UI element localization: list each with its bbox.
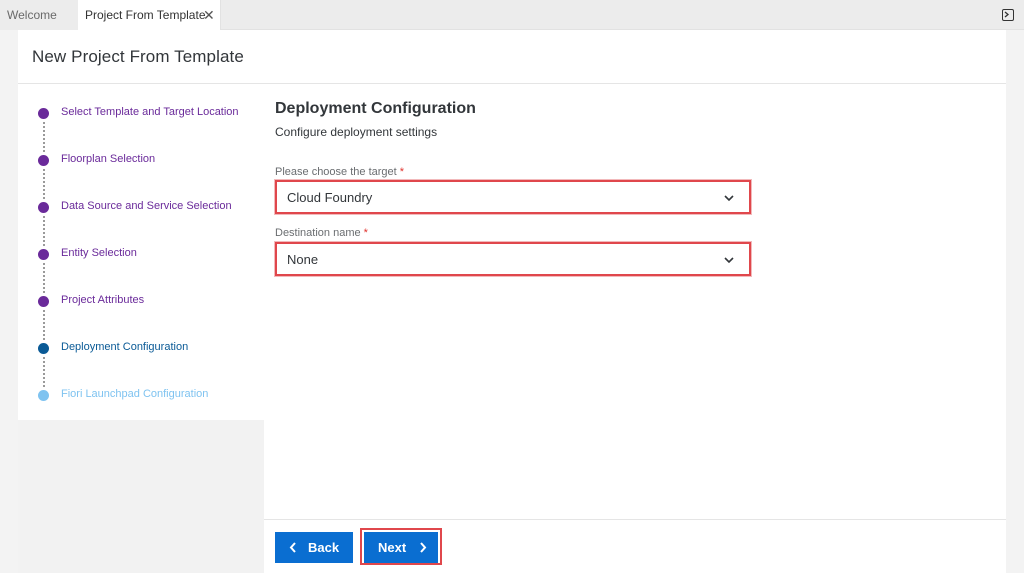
section-subtitle: Configure deployment settings xyxy=(275,125,438,139)
step-status-dot xyxy=(38,155,49,166)
terminal-panel-icon[interactable] xyxy=(1002,9,1014,21)
step-entity-selection[interactable]: Entity Selection xyxy=(38,246,264,266)
destination-select[interactable]: None xyxy=(275,242,751,276)
step-status-dot xyxy=(38,202,49,213)
step-label: Floorplan Selection xyxy=(61,153,156,165)
tab-project-from-template[interactable]: Project From Template ✕ xyxy=(78,0,221,30)
section-title: Deployment Configuration xyxy=(275,100,476,117)
step-label: Deployment Configuration xyxy=(61,341,189,353)
step-status-dot xyxy=(38,108,49,119)
tab-welcome-label: Welcome xyxy=(7,8,57,22)
step-connector xyxy=(43,122,45,152)
sidebar-footer-area xyxy=(18,420,264,573)
next-button[interactable]: Next xyxy=(364,532,438,563)
step-status-dot xyxy=(38,296,49,307)
step-connector xyxy=(43,357,45,387)
step-select-template[interactable]: Select Template and Target Location xyxy=(38,105,264,125)
destination-select-value: None xyxy=(287,252,319,267)
step-connector xyxy=(43,310,45,340)
back-button-label: Back xyxy=(308,540,340,555)
destination-label-text: Destination name xyxy=(275,227,361,239)
target-label-text: Please choose the target xyxy=(275,166,397,178)
step-fiori-launchpad[interactable]: Fiori Launchpad Configuration xyxy=(38,387,264,407)
step-data-source[interactable]: Data Source and Service Selection xyxy=(38,199,264,219)
chevron-right-icon xyxy=(420,542,427,553)
required-mark: * xyxy=(363,227,368,239)
target-select-value: Cloud Foundry xyxy=(287,190,373,205)
tab-project-from-template-label: Project From Template xyxy=(85,8,206,22)
step-status-dot xyxy=(38,249,49,260)
step-connector xyxy=(43,263,45,293)
chevron-down-icon xyxy=(724,257,734,264)
step-label: Fiori Launchpad Configuration xyxy=(61,388,209,400)
step-status-dot xyxy=(38,390,49,401)
step-connector xyxy=(43,216,45,246)
step-connector xyxy=(43,169,45,199)
target-label: Please choose the target * xyxy=(275,166,404,178)
step-label: Project Attributes xyxy=(61,294,145,306)
step-label: Entity Selection xyxy=(61,247,137,259)
required-mark: * xyxy=(399,166,404,178)
next-button-label: Next xyxy=(378,540,407,555)
wizard-steps-sidebar: Select Template and Target Location Floo… xyxy=(18,84,264,573)
step-project-attributes[interactable]: Project Attributes xyxy=(38,293,264,313)
step-label: Select Template and Target Location xyxy=(61,106,239,118)
wizard-container: New Project From Template Select Templat… xyxy=(18,30,1006,573)
footer-divider xyxy=(264,519,1006,520)
tab-welcome[interactable]: Welcome xyxy=(0,0,78,30)
chevron-left-icon xyxy=(289,542,296,553)
step-status-dot xyxy=(38,343,49,354)
step-label: Data Source and Service Selection xyxy=(61,200,232,212)
page-title: New Project From Template xyxy=(32,47,244,66)
back-button[interactable]: Back xyxy=(275,532,353,563)
step-floorplan-selection[interactable]: Floorplan Selection xyxy=(38,152,264,172)
close-icon[interactable]: ✕ xyxy=(203,0,215,30)
destination-label: Destination name * xyxy=(275,227,368,239)
target-select[interactable]: Cloud Foundry xyxy=(275,180,751,214)
step-deployment-configuration[interactable]: Deployment Configuration xyxy=(38,340,264,360)
chevron-down-icon xyxy=(724,195,734,202)
editor-tab-bar: Welcome Project From Template ✕ xyxy=(0,0,1024,30)
